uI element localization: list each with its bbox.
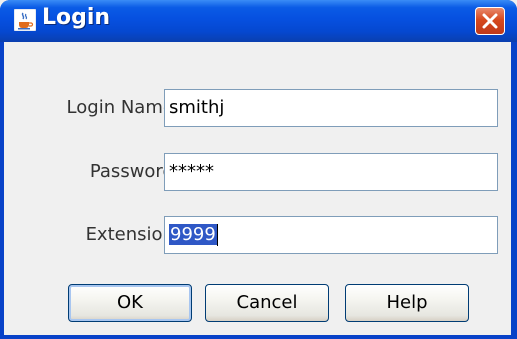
password-input[interactable]: *****	[164, 153, 498, 191]
close-button[interactable]	[475, 7, 505, 35]
password-value: *****	[169, 161, 214, 182]
help-button[interactable]: Help	[345, 284, 469, 322]
text-caret	[216, 224, 218, 246]
login-name-label: Login Name:	[66, 97, 180, 118]
login-name-input[interactable]: smithj	[164, 89, 498, 127]
dialog-title: Login	[42, 5, 111, 30]
title-bar[interactable]: Login	[0, 0, 517, 42]
login-name-value: smithj	[169, 97, 225, 118]
dialog-body: Login Name: smithj Password: ***** Exten…	[4, 42, 511, 335]
extension-value: 9999	[169, 224, 217, 245]
close-icon	[482, 13, 498, 29]
extension-label: Extension:	[85, 224, 180, 245]
java-coffee-cup-icon	[13, 8, 37, 32]
password-label: Password:	[89, 161, 180, 182]
cancel-button[interactable]: Cancel	[205, 284, 329, 322]
login-dialog-window: Login Login Name: smithj Password: *****…	[0, 0, 517, 339]
ok-button[interactable]: OK	[68, 284, 192, 322]
extension-input[interactable]: 9999	[164, 216, 498, 254]
